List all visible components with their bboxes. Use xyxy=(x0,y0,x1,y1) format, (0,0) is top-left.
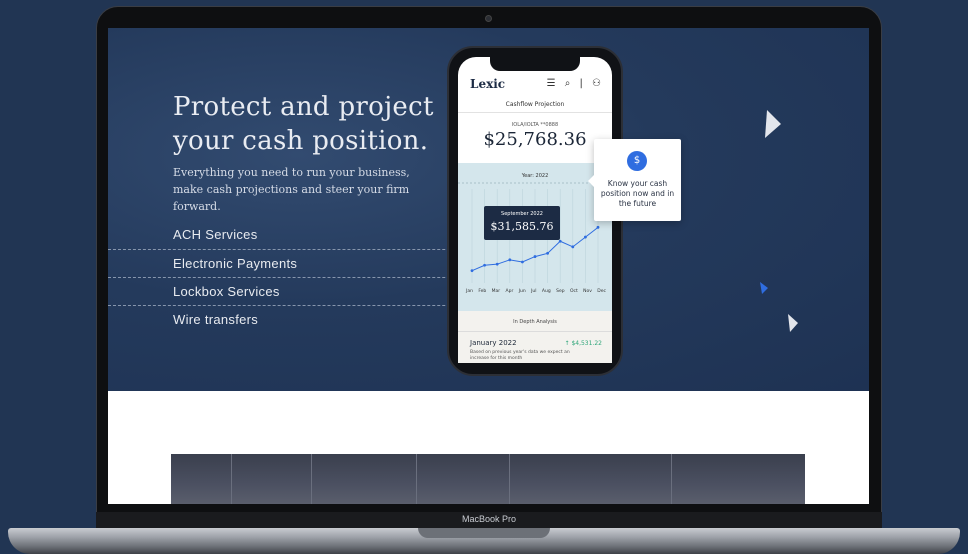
analysis-amount: ↑ $4,531.22 xyxy=(564,340,602,347)
chart-month-label: Dec xyxy=(597,289,606,294)
hero-subheadline: Everything you need to run your business… xyxy=(173,166,410,213)
chart-month-label: Aug xyxy=(541,289,551,294)
callout-text: Know your cash position now and in the f… xyxy=(600,179,675,208)
chart-month-label: Oct xyxy=(569,289,578,294)
account-label: IOLA/IOLTA **0888 xyxy=(511,122,559,128)
hero-headline: Protect and project your cash position. xyxy=(173,92,434,156)
chart-point xyxy=(558,239,562,243)
chart-month-label: Jul xyxy=(531,289,537,294)
chart-month-label: Sep xyxy=(556,289,565,294)
analysis-month: January 2022 xyxy=(470,339,517,347)
chart-point xyxy=(546,251,549,255)
service-label: Electronic Payments xyxy=(173,256,298,271)
chart-point xyxy=(571,245,575,249)
camera-icon xyxy=(485,15,492,22)
shard-decoration xyxy=(788,314,798,332)
laptop-groove xyxy=(418,528,550,538)
phone-header: Lexic ☰ ⌕ | ⚇ xyxy=(458,77,612,95)
header-icons[interactable]: ☰ ⌕ | ⚇ xyxy=(547,78,604,89)
cashflow-title: Cashflow Projection xyxy=(505,101,565,108)
analysis-title: In Depth Analysis xyxy=(513,319,557,325)
chart-month-label: Apr xyxy=(505,289,514,294)
account-balance: $25,768.36 xyxy=(483,129,587,150)
shard-decoration xyxy=(760,282,768,294)
chart-month-label: Jan xyxy=(466,289,473,294)
divider xyxy=(458,331,612,332)
chart-month-label: Nov xyxy=(583,289,592,294)
chart-point xyxy=(521,260,524,264)
divider xyxy=(458,112,612,113)
analysis-description: Based on previous year's data we expect … xyxy=(470,350,570,361)
service-label: Wire transfers xyxy=(173,312,259,327)
chart-point xyxy=(470,269,474,273)
cash-position-callout: $ Know your cash position now and in the… xyxy=(588,139,681,221)
service-label: ACH Services xyxy=(173,227,258,242)
dollar-coin-icon: $ xyxy=(627,151,647,171)
in-depth-analysis: In Depth Analysis January 2022 ↑ $4,531.… xyxy=(458,311,612,363)
chart-month-label: Feb xyxy=(478,289,487,294)
chart-month-labels: Jan Feb Mar Apr Jun Jul Aug Sep Oct Nov Dec xyxy=(466,289,606,294)
callout-pointer xyxy=(588,175,594,187)
tooltip-month: September 2022 xyxy=(501,211,543,217)
tooltip-value: $31,585.76 xyxy=(490,220,554,233)
service-label: Lockbox Services xyxy=(173,284,280,299)
chart-point xyxy=(483,263,486,267)
shard-decoration xyxy=(765,110,781,138)
chart-month-label: Jun xyxy=(518,289,526,294)
chart-point xyxy=(596,225,600,229)
chart-month-label: Mar xyxy=(491,289,501,294)
macbook-label: MacBook Pro xyxy=(461,514,517,524)
chart-point xyxy=(495,262,499,266)
phone-notch xyxy=(490,55,580,71)
laptop-chin: MacBook Pro xyxy=(96,512,882,528)
chart-point xyxy=(508,258,512,262)
chart-point xyxy=(533,255,537,258)
phone-screen: Lexic ☰ ⌕ | ⚇ Cashflow Projection IOLA/I… xyxy=(458,57,612,363)
chart-tooltip: September 2022 $31,585.76 xyxy=(484,206,560,240)
chart-point xyxy=(584,235,587,239)
lexic-logo: Lexic xyxy=(470,77,506,91)
building-photo xyxy=(171,454,805,504)
